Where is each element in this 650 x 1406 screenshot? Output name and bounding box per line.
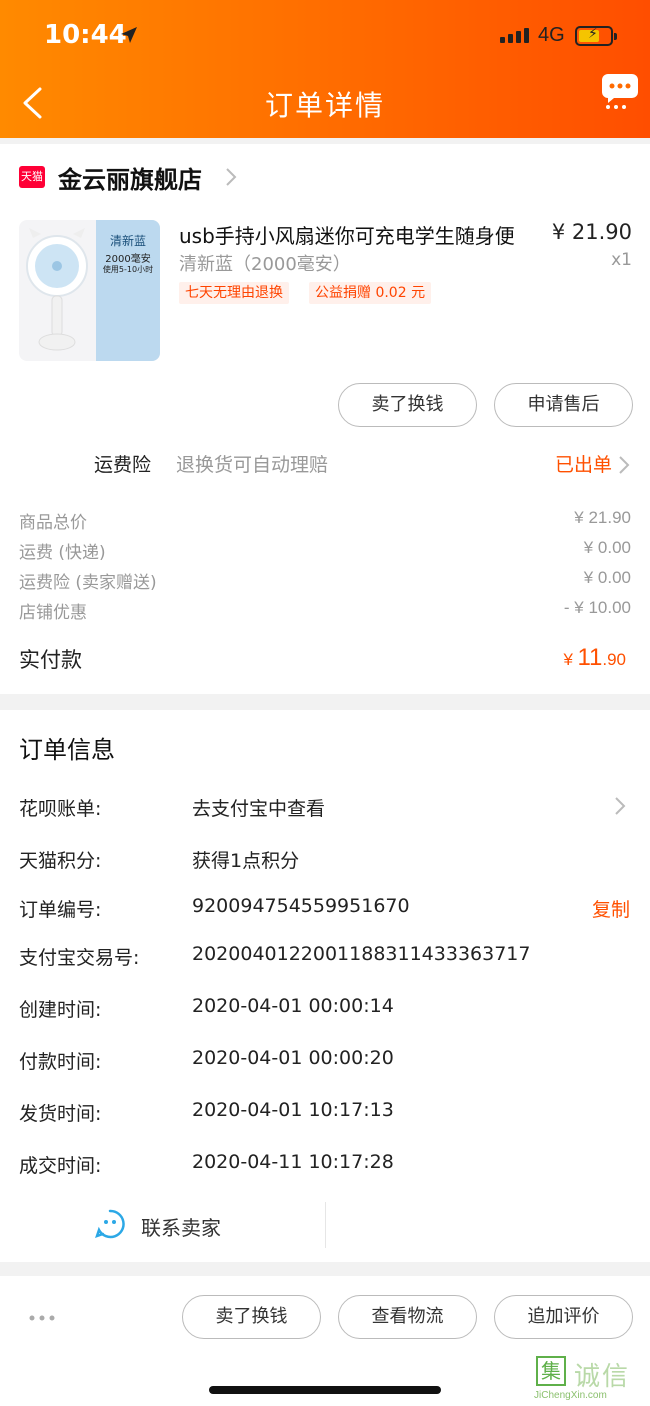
paid-amount: ¥ 11.90 bbox=[564, 644, 626, 672]
fee-label: 店铺优惠 bbox=[19, 603, 87, 623]
info-value: 2020-04-11 10:17:28 bbox=[192, 1151, 394, 1173]
fee-label: 运费险 (卖家赠送) bbox=[19, 573, 157, 593]
order-info-card: 订单信息 花呗账单: 去支付宝中查看 天猫积分: 获得1点积分 订单编号: 92… bbox=[0, 710, 650, 1262]
location-arrow-icon bbox=[121, 27, 137, 43]
chevron-right-icon[interactable] bbox=[618, 455, 630, 475]
signal-icon bbox=[500, 28, 529, 43]
fee-value: ¥ 21.90 bbox=[574, 508, 631, 527]
sell-button[interactable]: 卖了换钱 bbox=[182, 1295, 321, 1339]
fee-label: 运费 (快递) bbox=[19, 543, 106, 563]
store-name[interactable]: 金云丽旗舰店 bbox=[58, 160, 202, 195]
info-label: 创建时间: bbox=[19, 999, 102, 1021]
divider bbox=[325, 1202, 326, 1248]
info-label: 花呗账单: bbox=[19, 798, 102, 820]
network-label: 4G bbox=[538, 24, 565, 46]
insurance-status[interactable]: 已出单 bbox=[555, 450, 612, 477]
product-title[interactable]: usb手持小风扇迷你可充电学生随身便 bbox=[179, 220, 539, 249]
info-label: 订单编号: bbox=[19, 899, 102, 921]
paid-decimal: .90 bbox=[602, 650, 626, 669]
info-label: 付款时间: bbox=[19, 1051, 102, 1073]
page-title: 订单详情 bbox=[264, 89, 385, 122]
return-tag: 七天无理由退换 bbox=[179, 282, 289, 304]
watermark-logo: 集 诚信 JiChengXin.com bbox=[530, 1354, 650, 1404]
fee-value: ¥ 0.00 bbox=[583, 538, 631, 557]
home-indicator bbox=[209, 1386, 441, 1394]
more-icon[interactable] bbox=[28, 1314, 56, 1322]
order-product-card: 天猫 金云丽旗舰店 清新蓝 2000毫安 使用5-10小时 usb手持小风扇迷你… bbox=[0, 144, 650, 694]
order-number: 920094754559951670 bbox=[192, 895, 410, 917]
info-label: 发货时间: bbox=[19, 1103, 102, 1125]
status-time: 10:44 bbox=[44, 20, 127, 50]
insurance-label: 运费险 bbox=[94, 454, 152, 476]
huabei-link[interactable]: 去支付宝中查看 bbox=[192, 794, 325, 821]
paid-label: 实付款 bbox=[19, 648, 82, 672]
battery-icon: ⚡ bbox=[575, 26, 617, 46]
chevron-right-icon[interactable] bbox=[614, 796, 626, 816]
app-header: 10:44 4G ⚡ 订单详情 bbox=[0, 0, 650, 138]
product-image[interactable]: 清新蓝 2000毫安 使用5-10小时 bbox=[19, 220, 160, 361]
paid-currency: ¥ bbox=[563, 650, 573, 669]
watermark-text: 诚信 bbox=[574, 1362, 631, 1392]
info-value: 2020-04-01 10:17:13 bbox=[192, 1099, 394, 1121]
after-sale-button[interactable]: 申请售后 bbox=[494, 383, 633, 427]
info-value: 2020-04-01 00:00:20 bbox=[192, 1047, 394, 1069]
product-spec: 清新蓝（2000毫安） bbox=[179, 254, 351, 275]
sell-button[interactable]: 卖了换钱 bbox=[338, 383, 477, 427]
view-logistics-button[interactable]: 查看物流 bbox=[338, 1295, 477, 1339]
fee-value: ¥ 0.00 bbox=[583, 568, 631, 587]
add-review-button[interactable]: 追加评价 bbox=[494, 1295, 633, 1339]
watermark-char: 集 bbox=[536, 1356, 566, 1386]
image-color-text: 清新蓝 bbox=[109, 234, 146, 248]
product-qty: x1 bbox=[611, 250, 632, 270]
bottom-action-bar: 卖了换钱 查看物流 追加评价 集 诚信 JiChengXin.com bbox=[0, 1276, 650, 1406]
fee-label: 商品总价 bbox=[19, 513, 87, 533]
message-icon[interactable] bbox=[600, 70, 640, 110]
watermark-url: JiChengXin.com bbox=[534, 1390, 607, 1401]
product-price: ¥ 21.90 bbox=[551, 220, 632, 244]
contact-seller-button[interactable]: 联系卖家 bbox=[141, 1212, 221, 1241]
chat-face-icon[interactable] bbox=[94, 1208, 126, 1240]
info-value: 2020-04-01 00:00:14 bbox=[192, 995, 394, 1017]
alipay-trade-number: 2020040122001188311433363717 bbox=[192, 943, 531, 965]
copy-button[interactable]: 复制 bbox=[592, 895, 630, 922]
fan-illustration bbox=[26, 228, 88, 351]
info-label: 支付宝交易号: bbox=[19, 947, 140, 969]
image-usage-text: 使用5-10小时 bbox=[102, 265, 154, 274]
image-capacity-text: 2000毫安 bbox=[105, 254, 151, 265]
charity-tag: 公益捐赠 0.02 元 bbox=[309, 282, 432, 304]
info-value: 获得1点积分 bbox=[192, 850, 300, 872]
info-label: 天猫积分: bbox=[19, 850, 102, 872]
insurance-desc: 退换货可自动理赔 bbox=[176, 454, 329, 476]
tmall-badge: 天猫 bbox=[19, 166, 45, 188]
chevron-right-icon[interactable] bbox=[224, 166, 238, 188]
paid-integer: 11 bbox=[577, 644, 603, 671]
order-info-title: 订单信息 bbox=[19, 736, 115, 764]
fee-value: - ¥ 10.00 bbox=[563, 598, 631, 617]
info-label: 成交时间: bbox=[19, 1155, 102, 1177]
